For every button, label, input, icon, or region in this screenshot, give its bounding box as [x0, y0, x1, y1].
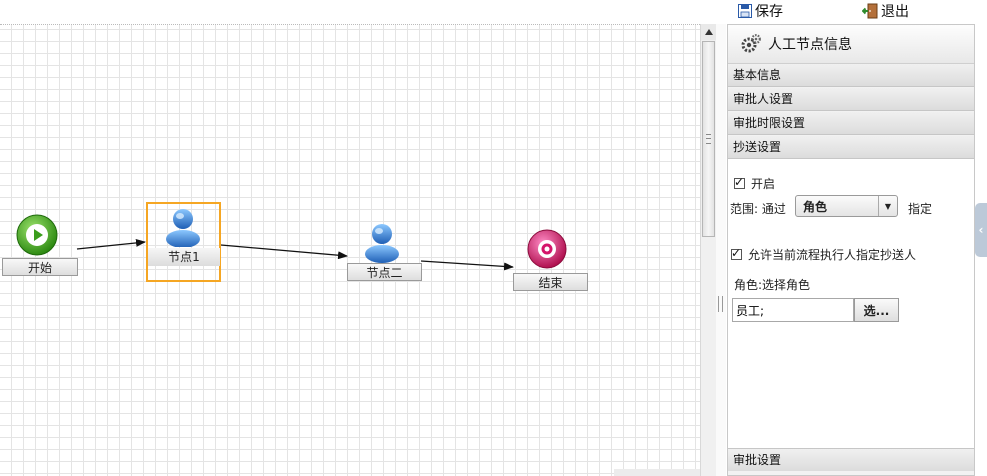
- user-icon: [166, 209, 200, 247]
- range-select-value: 角色: [803, 199, 828, 214]
- allow-executor-cc-checkbox[interactable]: [731, 246, 742, 260]
- section-approval-settings[interactable]: 审批设置: [728, 448, 974, 471]
- panel-header: 人工节点信息: [728, 25, 974, 64]
- horizontal-scrollbar-stub: [614, 469, 700, 476]
- enable-cc-checkbox[interactable]: [734, 175, 745, 189]
- flow-canvas[interactable]: 开始 节点1 节点二 结束: [0, 24, 700, 476]
- flow-node-node1[interactable]: 节点1: [146, 202, 222, 282]
- enable-cc-row: 开启: [734, 175, 775, 192]
- range-select[interactable]: 角色 ▼: [795, 195, 898, 217]
- scroll-up-button[interactable]: [701, 24, 716, 40]
- flow-node-label: 节点1: [148, 248, 220, 266]
- exit-icon: [862, 3, 878, 19]
- gears-icon: [741, 34, 761, 53]
- panel-splitter[interactable]: [716, 24, 726, 476]
- toolbar: 保存 退出: [0, 0, 987, 24]
- canvas-scrollbar[interactable]: [700, 24, 716, 476]
- cc-settings-body: 开启 范围: 通过 角色 ▼ 指定 允许当前流程执行人指定抄送人 角色:选择角色…: [728, 159, 974, 448]
- chevron-down-icon: ▼: [878, 196, 897, 216]
- exit-button-label: 退出: [881, 4, 909, 20]
- collapse-panel-button[interactable]: ‹: [975, 203, 987, 257]
- flow-node-node2[interactable]: 节点二: [347, 219, 423, 285]
- user-icon: [365, 224, 399, 263]
- range-suffix: 指定: [908, 202, 933, 216]
- target-circle-icon: [527, 229, 567, 269]
- edge-node2-end[interactable]: [420, 260, 514, 271]
- save-button-label: 保存: [755, 4, 783, 20]
- role-label: 角色:选择角色: [734, 278, 811, 292]
- triangle-up-icon: [704, 29, 713, 35]
- allow-executor-cc-label: 允许当前流程执行人指定抄送人: [748, 248, 917, 262]
- section-time-limit-settings[interactable]: 审批时限设置: [728, 112, 974, 135]
- allow-cc-row: 允许当前流程执行人指定抄送人: [731, 246, 916, 263]
- save-icon: [738, 4, 752, 18]
- flow-node-label: 节点二: [347, 263, 422, 281]
- panel-title: 人工节点信息: [768, 37, 852, 53]
- flow-node-label: 开始: [2, 258, 78, 276]
- node-properties-panel: 人工节点信息 基本信息 审批人设置 审批时限设置 抄送设置 开启 范围: 通过 …: [727, 24, 975, 476]
- play-circle-icon: [16, 214, 58, 256]
- enable-cc-label: 开启: [751, 177, 776, 191]
- grip-icon: [706, 134, 711, 144]
- scroll-thumb[interactable]: [702, 41, 715, 237]
- select-role-button[interactable]: 选...: [854, 298, 899, 322]
- chevron-left-icon: ‹: [978, 223, 984, 237]
- section-basic-info[interactable]: 基本信息: [728, 64, 974, 87]
- edge-node1-node2[interactable]: [220, 244, 348, 260]
- edge-start-node1[interactable]: [76, 238, 146, 250]
- exit-button[interactable]: 退出: [862, 1, 909, 21]
- role-input[interactable]: [732, 298, 854, 322]
- flow-node-end[interactable]: 结束: [513, 228, 589, 294]
- range-label: 范围: 通过: [730, 202, 786, 216]
- flow-node-start[interactable]: 开始: [2, 213, 78, 279]
- flow-node-label: 结束: [513, 273, 588, 291]
- save-button[interactable]: 保存: [738, 1, 783, 21]
- section-cc-settings[interactable]: 抄送设置: [728, 136, 974, 159]
- splitter-handle-icon: [718, 296, 723, 312]
- section-approver-settings[interactable]: 审批人设置: [728, 88, 974, 111]
